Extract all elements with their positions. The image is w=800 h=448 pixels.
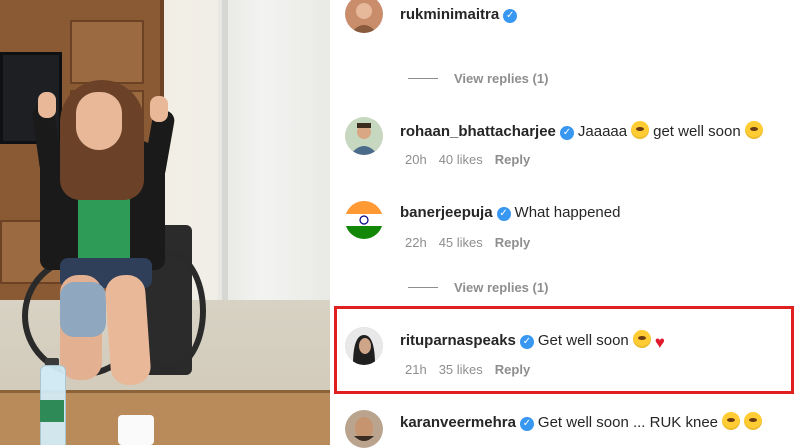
- person-hand-left: [38, 92, 56, 118]
- comment-text: Get well soon: [537, 332, 629, 349]
- hugging-face-emoji-icon: [632, 330, 651, 348]
- comment-time: 21h: [405, 362, 427, 377]
- avatar[interactable]: [345, 410, 383, 448]
- view-replies-label: View replies (1): [454, 280, 549, 295]
- red-heart-emoji-icon: ♥: [654, 333, 665, 352]
- reply-button[interactable]: Reply: [495, 362, 530, 377]
- verified-badge-icon: ✓: [496, 207, 511, 221]
- comment-likes[interactable]: 45 likes: [439, 235, 483, 250]
- comments-panel: rukminimaitra ✓ View replies (1) rohaan_b…: [330, 0, 800, 448]
- reply-divider-line: [408, 287, 438, 288]
- heart-eyes-emoji-icon: [744, 412, 763, 430]
- comment-text: Get well soon ... RUK knee: [537, 414, 719, 431]
- verified-badge-icon: ✓: [519, 335, 534, 349]
- sad-face-emoji-icon: [722, 412, 741, 430]
- username-text[interactable]: rituparnaspeaks: [400, 332, 516, 349]
- surprised-face-emoji-icon: [631, 121, 650, 139]
- comment-time: 20h: [405, 152, 427, 167]
- verified-badge-icon: ✓: [519, 417, 534, 431]
- verified-badge-icon: ✓: [503, 9, 518, 23]
- view-replies-button[interactable]: View replies (1): [408, 280, 548, 295]
- username-text[interactable]: karanveermehra: [400, 414, 516, 431]
- reply-divider-line: [408, 78, 438, 79]
- comment-likes[interactable]: 35 likes: [439, 362, 483, 377]
- paper-cup: [118, 415, 154, 445]
- avatar[interactable]: [345, 0, 383, 33]
- reply-button[interactable]: Reply: [495, 152, 530, 167]
- comment-likes[interactable]: 40 likes: [439, 152, 483, 167]
- comment-meta: 20h 40 likes Reply: [405, 152, 542, 167]
- verified-badge-icon: ✓: [559, 126, 574, 140]
- avatar[interactable]: [345, 327, 383, 365]
- username-text[interactable]: rukminimaitra: [400, 6, 499, 23]
- comment-meta: 21h 35 likes Reply: [405, 362, 542, 377]
- comment-line: rituparnaspeaks ✓ Get well soon ♥: [400, 330, 665, 352]
- comment-time: 22h: [405, 235, 427, 250]
- username-text[interactable]: banerjeepuja: [400, 204, 493, 221]
- halo-face-emoji-icon: [744, 121, 763, 139]
- post-photo: [0, 0, 330, 445]
- comment-meta: 22h 45 likes Reply: [405, 235, 542, 250]
- person-leg-right: [104, 273, 152, 387]
- view-replies-button[interactable]: View replies (1): [408, 71, 548, 86]
- avatar[interactable]: [345, 117, 383, 155]
- reply-button[interactable]: Reply: [495, 235, 530, 250]
- comment-line: karanveermehra ✓ Get well soon ... RUK kne…: [400, 412, 763, 431]
- person-hand-right: [150, 96, 168, 122]
- comment-username[interactable]: rukminimaitra ✓: [400, 6, 518, 23]
- username-text[interactable]: rohaan_bhattacharjee: [400, 123, 556, 140]
- comment-line: rohaan_bhattacharjee ✓ Jaaaaa get well soon: [400, 121, 763, 140]
- person-face: [76, 92, 122, 150]
- comment-line: banerjeepuja ✓ What happened: [400, 204, 620, 221]
- comment-text: Jaaaaa: [577, 123, 628, 140]
- bottle-label: [40, 400, 64, 422]
- comment-text: get well soon: [653, 123, 741, 140]
- knee-brace: [60, 282, 106, 337]
- comment-text: What happened: [514, 204, 621, 221]
- avatar[interactable]: [345, 201, 383, 239]
- view-replies-label: View replies (1): [454, 71, 549, 86]
